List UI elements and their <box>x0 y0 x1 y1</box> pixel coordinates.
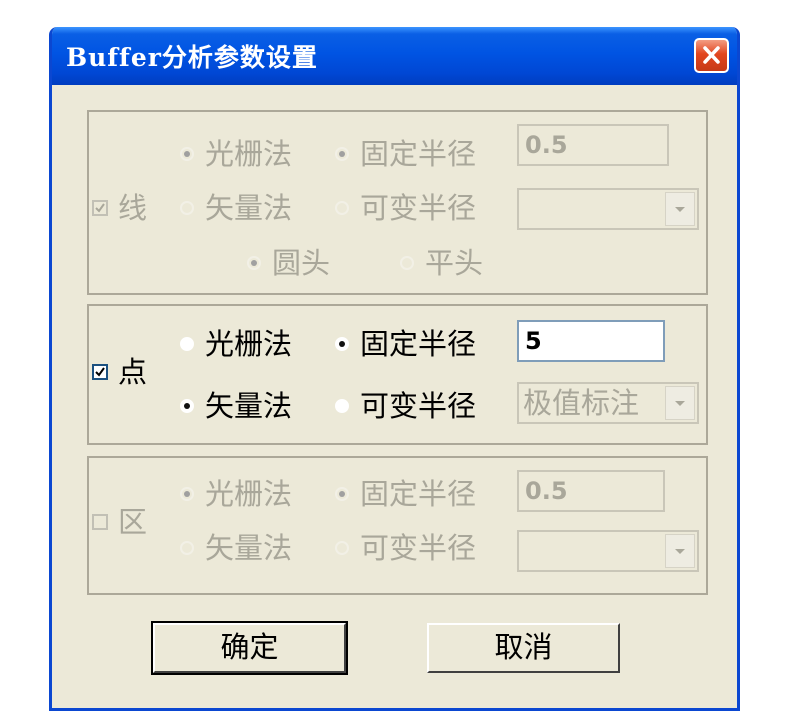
ok-button[interactable]: 确定 <box>151 621 348 675</box>
point-variable-radius-radio[interactable]: 可变半径 <box>335 386 476 426</box>
line-vector-radio[interactable]: 矢量法 <box>180 188 292 228</box>
line-variable-radius-radio[interactable]: 可变半径 <box>335 188 476 228</box>
window-title: Buffer分析参数设置 <box>66 43 318 72</box>
line-fixed-radius-radio[interactable]: 固定半径 <box>335 134 476 174</box>
line-radius-input[interactable]: 0.5 <box>517 124 669 166</box>
area-radius-input[interactable]: 0.5 <box>517 470 665 512</box>
area-checkbox[interactable]: 区 <box>92 502 147 542</box>
buffer-settings-dialog: Buffer分析参数设置 光栅法 固定半径 0.5 线 矢量法 可变半径 圆头 … <box>49 27 740 711</box>
point-raster-radio[interactable]: 光栅法 <box>180 324 292 364</box>
chevron-down-icon <box>675 207 685 212</box>
check-icon <box>95 203 105 213</box>
line-round-end-radio[interactable]: 圆头 <box>247 243 330 283</box>
point-checkbox[interactable]: 点 <box>92 352 147 392</box>
line-flat-end-radio[interactable]: 平头 <box>400 243 483 283</box>
point-variable-select[interactable]: 极值标注 <box>517 382 699 424</box>
area-raster-radio[interactable]: 光栅法 <box>180 474 292 514</box>
chevron-down-icon <box>675 401 685 406</box>
area-variable-select[interactable] <box>517 530 699 572</box>
point-buffer-group: 光栅法 固定半径 5 点 矢量法 可变半径 极值标注 <box>87 304 708 445</box>
close-button[interactable] <box>694 38 729 73</box>
line-checkbox[interactable]: 线 <box>92 188 147 228</box>
line-raster-radio[interactable]: 光栅法 <box>180 134 292 174</box>
chevron-down-icon <box>675 549 685 554</box>
area-variable-radius-radio[interactable]: 可变半径 <box>335 528 476 568</box>
point-fixed-radius-radio[interactable]: 固定半径 <box>335 324 476 364</box>
line-variable-select[interactable] <box>517 188 699 230</box>
close-icon <box>703 46 720 64</box>
point-radius-input[interactable]: 5 <box>517 320 665 362</box>
cancel-button[interactable]: 取消 <box>427 623 620 673</box>
area-vector-radio[interactable]: 矢量法 <box>180 528 292 568</box>
area-fixed-radius-radio[interactable]: 固定半径 <box>335 474 476 514</box>
title-bar[interactable]: Buffer分析参数设置 <box>52 27 737 85</box>
line-buffer-group: 光栅法 固定半径 0.5 线 矢量法 可变半径 圆头 平头 <box>87 110 708 295</box>
point-vector-radio[interactable]: 矢量法 <box>180 386 292 426</box>
area-buffer-group: 光栅法 固定半径 0.5 区 矢量法 可变半径 <box>87 456 708 595</box>
check-icon <box>95 367 105 377</box>
